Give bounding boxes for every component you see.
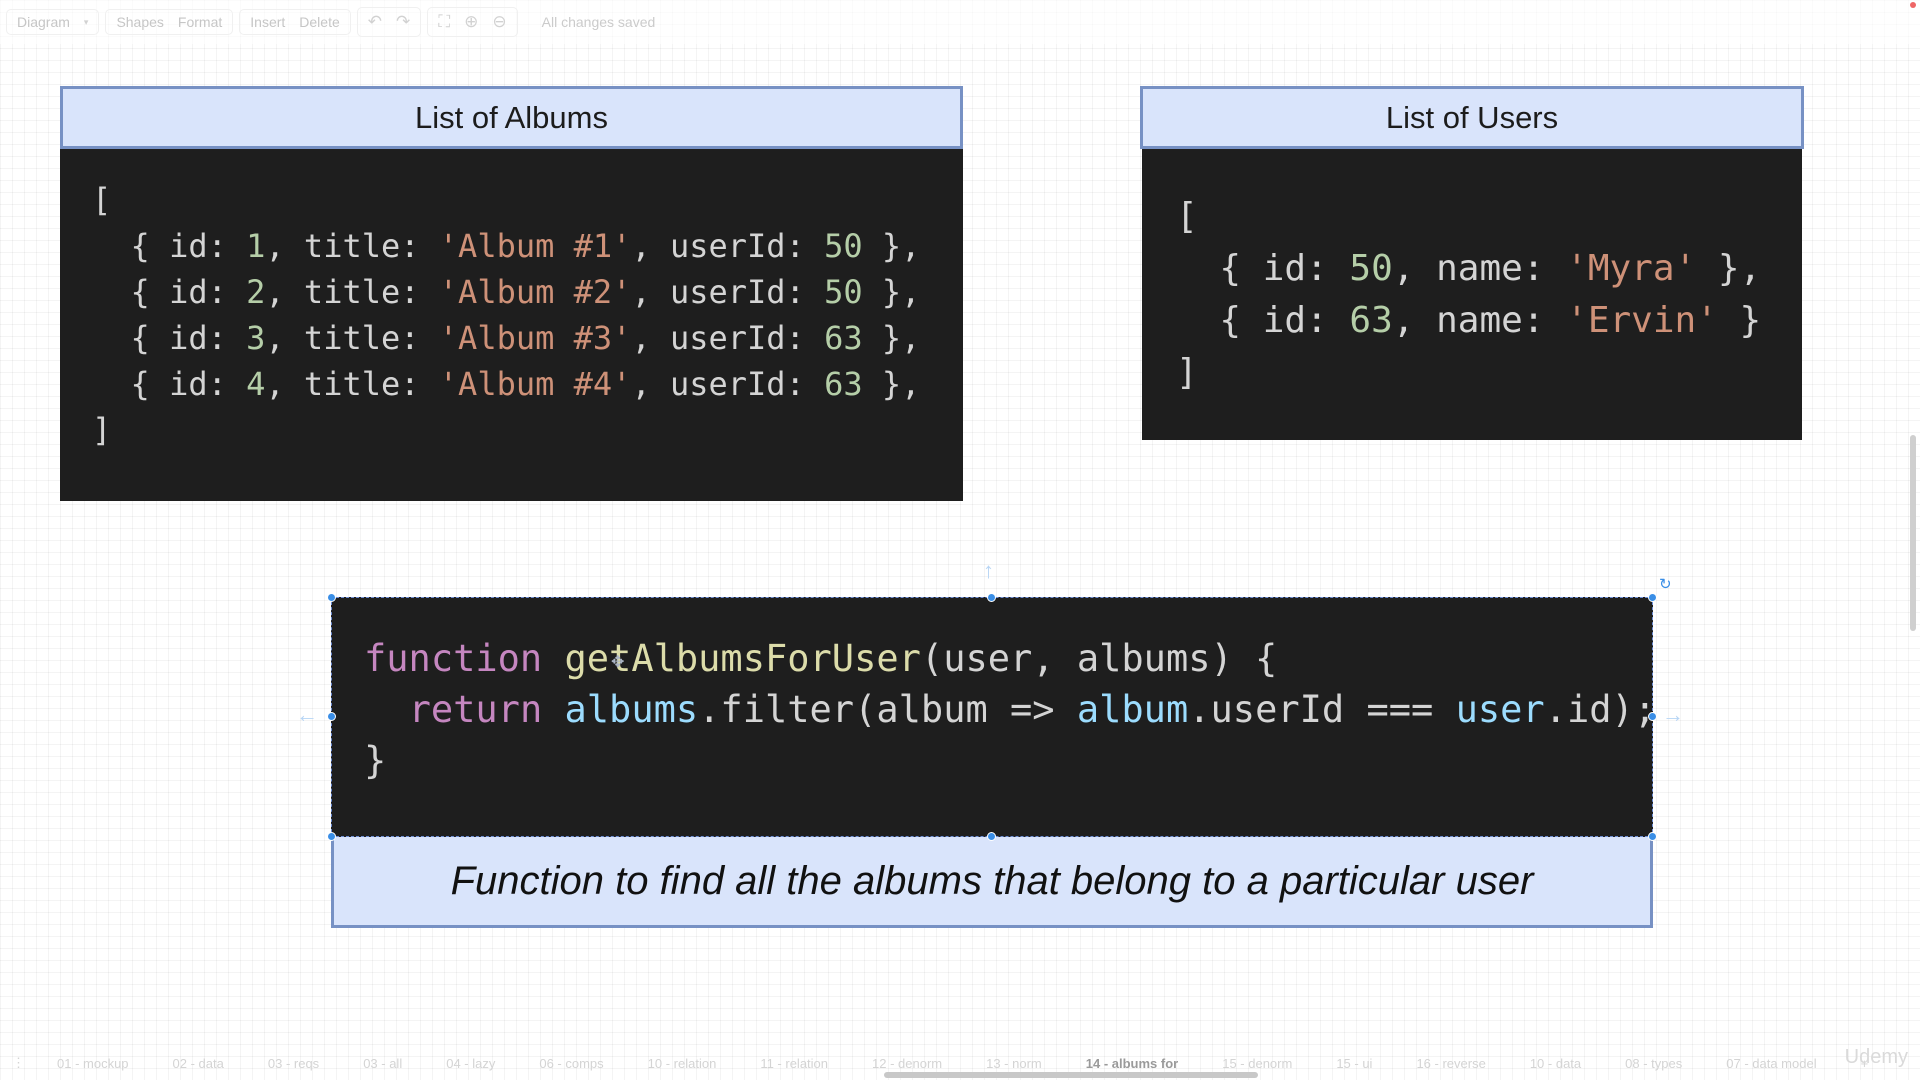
- function-card[interactable]: function getAlbumsForUser(user, albums) …: [331, 597, 1657, 928]
- close-bracket: ]: [1176, 352, 1198, 393]
- resize-handle-bottom-right[interactable]: [1648, 832, 1657, 841]
- users-card[interactable]: List of Users [ { id: 50, name: 'Myra' }…: [1140, 86, 1804, 440]
- page-tab[interactable]: 15 - denorm: [1200, 1056, 1314, 1071]
- page-tab[interactable]: 04 - lazy: [424, 1056, 517, 1071]
- resize-handle-middle-right[interactable]: [1648, 712, 1657, 721]
- user-row: { id: 50, name: 'Myra' },: [1176, 248, 1762, 289]
- open-bracket: [: [92, 181, 112, 219]
- redo-icon[interactable]: ↷: [396, 12, 410, 32]
- albums-card-title: List of Albums: [60, 86, 963, 149]
- connect-arrow-right-icon[interactable]: →: [1662, 702, 1684, 728]
- page-tab[interactable]: 16 - reverse: [1394, 1056, 1507, 1071]
- notification-dot: [1910, 2, 1916, 8]
- page-tab[interactable]: 10 - data: [1508, 1056, 1603, 1071]
- resize-handle-top-right[interactable]: [1648, 593, 1657, 602]
- connect-arrow-left-icon[interactable]: ←: [296, 702, 318, 728]
- page-tab[interactable]: 13 - norm: [964, 1056, 1064, 1071]
- panels-group: Shapes Format: [105, 9, 234, 35]
- albums-code-block: [ { id: 1, title: 'Album #1', userId: 50…: [60, 149, 963, 501]
- fullscreen-icon[interactable]: ⛶: [438, 12, 450, 32]
- page-tab[interactable]: 12 - denorm: [850, 1056, 964, 1071]
- function-caption: Function to find all the albums that bel…: [331, 837, 1653, 928]
- album-row: { id: 3, title: 'Album #3', userId: 63 }…: [92, 319, 921, 357]
- save-status: All changes saved: [541, 14, 656, 30]
- users-code-block: [ { id: 50, name: 'Myra' }, { id: 63, na…: [1142, 149, 1802, 440]
- delete-button[interactable]: Delete: [299, 14, 339, 30]
- pages-menu-icon[interactable]: ⋮: [0, 1055, 35, 1071]
- insert-button[interactable]: Insert: [250, 14, 285, 30]
- diagram-menu-group: Diagram ▾: [6, 9, 100, 35]
- resize-handle-middle-left[interactable]: [327, 712, 336, 721]
- album-row: { id: 2, title: 'Album #2', userId: 50 }…: [92, 273, 921, 311]
- users-card-title: List of Users: [1140, 86, 1804, 149]
- code-line: function getAlbumsForUser(user, albums) …: [364, 637, 1278, 680]
- horizontal-scrollbar[interactable]: [884, 1072, 1258, 1078]
- format-button[interactable]: Format: [178, 14, 222, 30]
- toolbar: Diagram ▾ Shapes Format Insert Delete ↶ …: [0, 0, 1920, 44]
- resize-handle-bottom-middle[interactable]: [987, 832, 996, 841]
- undo-icon[interactable]: ↶: [368, 12, 382, 32]
- shapes-button[interactable]: Shapes: [116, 14, 163, 30]
- page-tab-active[interactable]: 14 - albums for: [1064, 1056, 1200, 1071]
- page-tab[interactable]: 01 - mockup: [35, 1056, 151, 1071]
- page-tab[interactable]: 06 - comps: [517, 1056, 625, 1071]
- zoom-out-icon[interactable]: ⊖: [492, 12, 506, 32]
- page-tab[interactable]: 08 - types: [1603, 1056, 1704, 1071]
- page-tab[interactable]: 07 - data model: [1704, 1056, 1838, 1071]
- rotate-handle-icon[interactable]: ↻: [1659, 575, 1672, 593]
- chevron-down-icon: ▾: [83, 16, 89, 27]
- open-bracket: [: [1176, 196, 1198, 237]
- close-bracket: ]: [92, 411, 112, 449]
- zoom-in-icon[interactable]: ⊕: [464, 12, 478, 32]
- album-row: { id: 4, title: 'Album #4', userId: 63 }…: [92, 365, 921, 403]
- resize-handle-top-left[interactable]: [327, 593, 336, 602]
- watermark-logo: Udemy: [1844, 1046, 1908, 1068]
- function-code-block[interactable]: function getAlbumsForUser(user, albums) …: [331, 597, 1657, 837]
- resize-handle-top-middle[interactable]: [987, 593, 996, 602]
- code-line: }: [364, 739, 387, 782]
- album-row: { id: 1, title: 'Album #1', userId: 50 }…: [92, 227, 921, 265]
- page-tab[interactable]: 15 - ui: [1314, 1056, 1394, 1071]
- move-cursor-icon: ✥: [611, 654, 625, 671]
- resize-handle-bottom-left[interactable]: [327, 832, 336, 841]
- albums-card[interactable]: List of Albums [ { id: 1, title: 'Album …: [60, 86, 963, 501]
- edit-group: Insert Delete: [239, 9, 351, 35]
- page-tab[interactable]: 03 - all: [341, 1056, 424, 1071]
- connect-arrow-up-icon[interactable]: ↑: [983, 558, 994, 584]
- page-tab[interactable]: 11 - relation: [738, 1056, 850, 1071]
- diagram-menu-button[interactable]: Diagram: [17, 14, 70, 30]
- page-tabs: ⋮ 01 - mockup 02 - data 03 - reqs 03 - a…: [0, 1052, 1920, 1074]
- page-tab[interactable]: 10 - relation: [626, 1056, 739, 1071]
- page-tab[interactable]: 03 - reqs: [246, 1056, 341, 1071]
- user-row: { id: 63, name: 'Ervin' }: [1176, 300, 1762, 341]
- code-line: return albums.filter(album => album.user…: [408, 688, 1657, 731]
- vertical-scrollbar[interactable]: [1910, 435, 1916, 631]
- history-group: ↶ ↷: [356, 7, 422, 37]
- page-tab[interactable]: 02 - data: [151, 1056, 246, 1071]
- view-group: ⛶ ⊕ ⊖: [427, 7, 518, 37]
